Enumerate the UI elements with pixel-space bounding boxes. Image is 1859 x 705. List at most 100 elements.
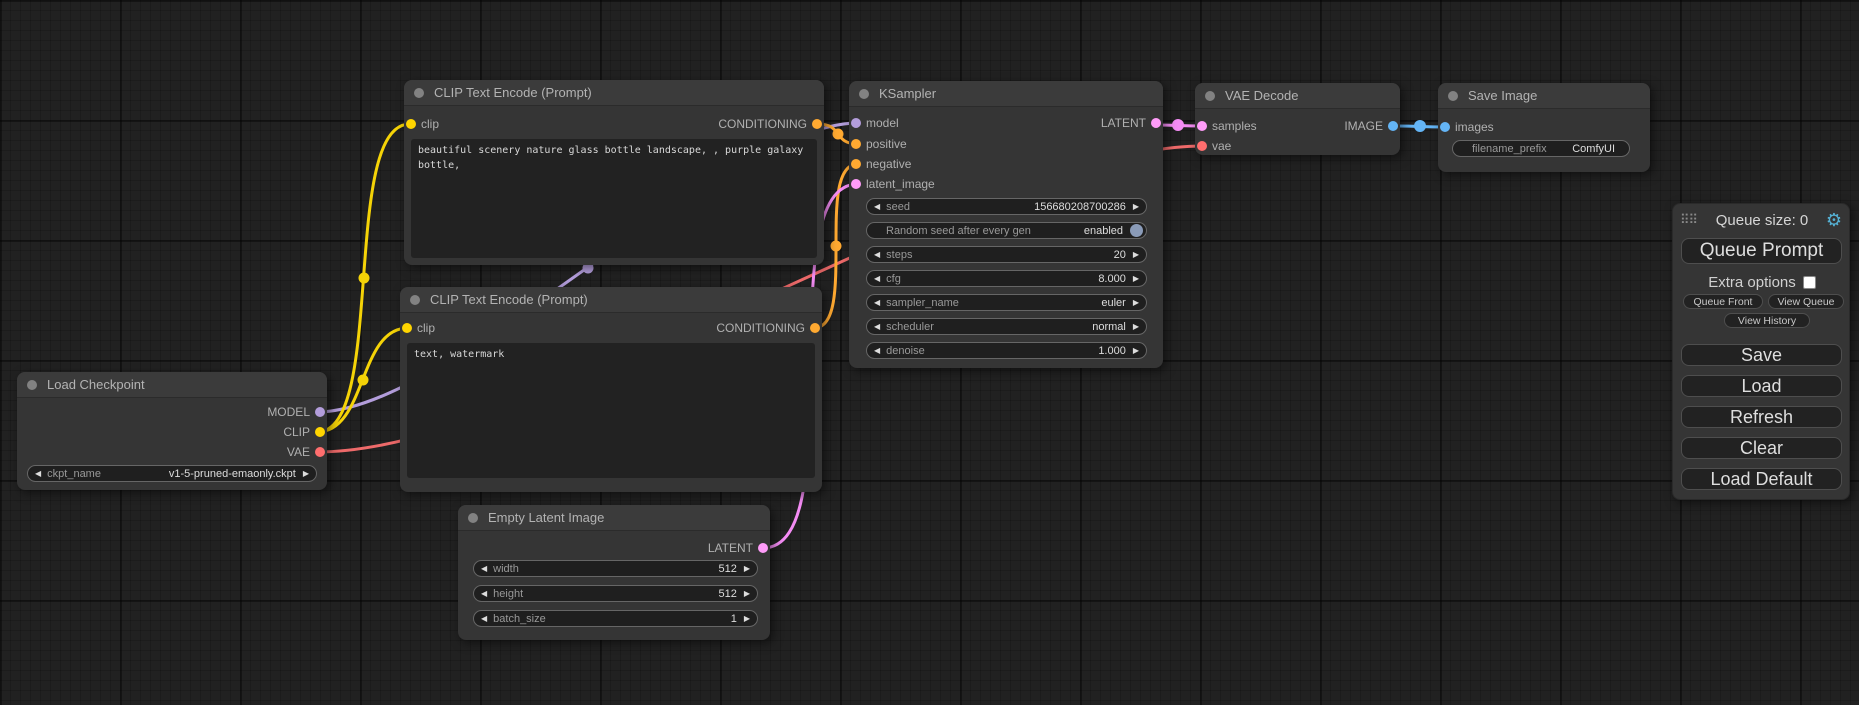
ckpt-name-widget[interactable]: ◀ ckpt_name v1-5-pruned-emaonly.ckpt ▶ bbox=[27, 465, 317, 482]
node-vae-decode[interactable]: VAE Decode samples IMAGE vae bbox=[1195, 83, 1400, 155]
model-slot-dot[interactable] bbox=[315, 407, 325, 417]
node-empty-latent-image[interactable]: Empty Latent Image LATENT ◀ width 512 ▶ … bbox=[458, 505, 770, 640]
filename-prefix-widget[interactable]: filename_prefix ComfyUI bbox=[1452, 140, 1630, 157]
decrement-arrow-icon[interactable]: ◀ bbox=[874, 270, 880, 287]
view-queue-button[interactable]: View Queue bbox=[1768, 294, 1844, 309]
clip-slot-dot[interactable] bbox=[402, 323, 412, 333]
output-slot-conditioning[interactable]: CONDITIONING bbox=[718, 114, 824, 134]
increment-arrow-icon[interactable]: ▶ bbox=[1133, 342, 1139, 359]
width-widget[interactable]: ◀ width 512 ▶ bbox=[473, 560, 758, 577]
clip-slot-dot[interactable] bbox=[406, 119, 416, 129]
input-slot-images[interactable]: images bbox=[1438, 117, 1494, 137]
node-load-checkpoint[interactable]: Load Checkpoint MODEL CLIP VAE ◀ ckpt_na… bbox=[17, 372, 327, 490]
random-seed-widget[interactable]: Random seed after every gen enabled bbox=[866, 222, 1147, 239]
input-slot-model[interactable]: model bbox=[849, 113, 899, 133]
collapse-dot-icon[interactable] bbox=[468, 513, 478, 523]
latent-slot-dot[interactable] bbox=[851, 179, 861, 189]
decrement-arrow-icon[interactable]: ◀ bbox=[481, 585, 487, 602]
conditioning-slot-dot[interactable] bbox=[810, 323, 820, 333]
clear-button[interactable]: Clear bbox=[1681, 437, 1842, 459]
negative-prompt-textarea[interactable]: text, watermark bbox=[407, 343, 815, 478]
conditioning-slot-dot[interactable] bbox=[851, 139, 861, 149]
batch-size-widget[interactable]: ◀ batch_size 1 ▶ bbox=[473, 610, 758, 627]
refresh-button[interactable]: Refresh bbox=[1681, 406, 1842, 428]
model-slot-dot[interactable] bbox=[851, 118, 861, 128]
queue-front-button[interactable]: Queue Front bbox=[1683, 294, 1763, 309]
toggle-on-icon[interactable] bbox=[1130, 224, 1143, 237]
decrement-arrow-icon[interactable]: ◀ bbox=[874, 198, 880, 215]
gear-icon[interactable]: ⚙ bbox=[1826, 210, 1842, 231]
output-slot-conditioning[interactable]: CONDITIONING bbox=[716, 318, 822, 338]
load-default-button[interactable]: Load Default bbox=[1681, 468, 1842, 490]
increment-arrow-icon[interactable]: ▶ bbox=[744, 585, 750, 602]
collapse-dot-icon[interactable] bbox=[859, 89, 869, 99]
node-title-bar[interactable]: KSampler bbox=[849, 81, 1163, 107]
increment-arrow-icon[interactable]: ▶ bbox=[1133, 198, 1139, 215]
output-slot-clip[interactable]: CLIP bbox=[283, 422, 327, 442]
increment-arrow-icon[interactable]: ▶ bbox=[1133, 246, 1139, 263]
collapse-dot-icon[interactable] bbox=[414, 88, 424, 98]
vae-slot-dot[interactable] bbox=[315, 447, 325, 457]
save-button[interactable]: Save bbox=[1681, 344, 1842, 366]
increment-arrow-icon[interactable]: ▶ bbox=[1133, 294, 1139, 311]
output-slot-latent[interactable]: LATENT bbox=[1101, 113, 1163, 133]
decrement-arrow-icon[interactable]: ◀ bbox=[481, 560, 487, 577]
decrement-arrow-icon[interactable]: ◀ bbox=[35, 465, 41, 482]
input-slot-positive[interactable]: positive bbox=[849, 134, 907, 154]
queue-prompt-button[interactable]: Queue Prompt bbox=[1681, 238, 1842, 264]
node-title-bar[interactable]: VAE Decode bbox=[1195, 83, 1400, 109]
increment-arrow-icon[interactable]: ▶ bbox=[1133, 318, 1139, 335]
input-slot-clip[interactable]: clip bbox=[400, 318, 435, 338]
input-slot-negative[interactable]: negative bbox=[849, 154, 911, 174]
collapse-dot-icon[interactable] bbox=[1205, 91, 1215, 101]
node-title-bar[interactable]: CLIP Text Encode (Prompt) bbox=[400, 287, 822, 313]
increment-arrow-icon[interactable]: ▶ bbox=[1133, 270, 1139, 287]
view-history-button[interactable]: View History bbox=[1724, 313, 1810, 328]
collapse-dot-icon[interactable] bbox=[1448, 91, 1458, 101]
node-title-bar[interactable]: CLIP Text Encode (Prompt) bbox=[404, 80, 824, 106]
steps-widget[interactable]: ◀ steps 20 ▶ bbox=[866, 246, 1147, 263]
extra-options-checkbox[interactable] bbox=[1803, 276, 1816, 289]
output-slot-model[interactable]: MODEL bbox=[267, 402, 327, 422]
image-slot-dot[interactable] bbox=[1440, 122, 1450, 132]
latent-slot-dot[interactable] bbox=[758, 543, 768, 553]
output-slot-latent[interactable]: LATENT bbox=[708, 538, 770, 558]
node-title-bar[interactable]: Empty Latent Image bbox=[458, 505, 770, 531]
node-ksampler[interactable]: KSampler model LATENT positive negative … bbox=[849, 81, 1163, 368]
collapse-dot-icon[interactable] bbox=[27, 380, 37, 390]
input-slot-samples[interactable]: samples bbox=[1195, 116, 1257, 136]
sampler-name-widget[interactable]: ◀ sampler_name euler ▶ bbox=[866, 294, 1147, 311]
input-slot-clip[interactable]: clip bbox=[404, 114, 439, 134]
input-slot-vae[interactable]: vae bbox=[1195, 136, 1231, 156]
increment-arrow-icon[interactable]: ▶ bbox=[303, 465, 309, 482]
decrement-arrow-icon[interactable]: ◀ bbox=[874, 318, 880, 335]
increment-arrow-icon[interactable]: ▶ bbox=[744, 560, 750, 577]
collapse-dot-icon[interactable] bbox=[410, 295, 420, 305]
clip-slot-dot[interactable] bbox=[315, 427, 325, 437]
load-button[interactable]: Load bbox=[1681, 375, 1842, 397]
node-save-image[interactable]: Save Image images filename_prefix ComfyU… bbox=[1438, 83, 1650, 172]
increment-arrow-icon[interactable]: ▶ bbox=[744, 610, 750, 627]
vae-slot-dot[interactable] bbox=[1197, 141, 1207, 151]
node-clip-text-encode-negative[interactable]: CLIP Text Encode (Prompt) clip CONDITION… bbox=[400, 287, 822, 492]
output-slot-image[interactable]: IMAGE bbox=[1344, 116, 1400, 136]
decrement-arrow-icon[interactable]: ◀ bbox=[874, 294, 880, 311]
denoise-widget[interactable]: ◀ denoise 1.000 ▶ bbox=[866, 342, 1147, 359]
positive-prompt-textarea[interactable]: beautiful scenery nature glass bottle la… bbox=[411, 139, 817, 258]
node-clip-text-encode-positive[interactable]: CLIP Text Encode (Prompt) clip CONDITION… bbox=[404, 80, 824, 265]
latent-slot-dot[interactable] bbox=[1151, 118, 1161, 128]
seed-widget[interactable]: ◀ seed 156680208700286 ▶ bbox=[866, 198, 1147, 215]
input-slot-latent-image[interactable]: latent_image bbox=[849, 174, 935, 194]
decrement-arrow-icon[interactable]: ◀ bbox=[874, 246, 880, 263]
decrement-arrow-icon[interactable]: ◀ bbox=[481, 610, 487, 627]
cfg-widget[interactable]: ◀ cfg 8.000 ▶ bbox=[866, 270, 1147, 287]
image-slot-dot[interactable] bbox=[1388, 121, 1398, 131]
height-widget[interactable]: ◀ height 512 ▶ bbox=[473, 585, 758, 602]
node-title-bar[interactable]: Save Image bbox=[1438, 83, 1650, 109]
decrement-arrow-icon[interactable]: ◀ bbox=[874, 342, 880, 359]
output-slot-vae[interactable]: VAE bbox=[287, 442, 327, 462]
scheduler-widget[interactable]: ◀ scheduler normal ▶ bbox=[866, 318, 1147, 335]
latent-slot-dot[interactable] bbox=[1197, 121, 1207, 131]
conditioning-slot-dot[interactable] bbox=[812, 119, 822, 129]
node-title-bar[interactable]: Load Checkpoint bbox=[17, 372, 327, 398]
